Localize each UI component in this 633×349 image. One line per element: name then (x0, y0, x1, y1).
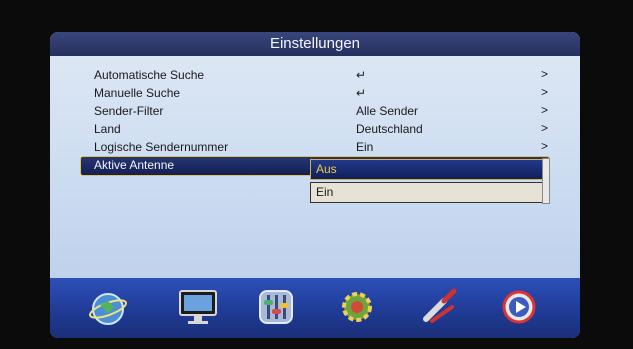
dropdown-option-aus[interactable]: Aus (310, 159, 548, 180)
settings-screen: Einstellungen Automatische Suche ↵ > Man… (50, 32, 580, 338)
dropdown-option-ein[interactable]: Ein (310, 182, 548, 203)
antenna-plug-icon[interactable] (416, 284, 464, 330)
chevron-right-icon: > (540, 121, 548, 135)
menu-item-value: Deutschland (356, 122, 423, 136)
dropdown-scrollbar[interactable] (542, 158, 550, 204)
chevron-right-icon: > (540, 85, 548, 99)
menu-item-label: Automatische Suche (94, 68, 205, 82)
media-play-icon[interactable] (495, 284, 543, 330)
chevron-right-icon: > (540, 103, 548, 117)
bottom-dock (50, 278, 580, 338)
antenna-dropdown: Aus Ein (310, 159, 548, 205)
menu-item-automatische-suche[interactable]: Automatische Suche ↵ > (80, 66, 550, 84)
menu-item-label: Manuelle Suche (94, 86, 181, 100)
menu-item-value: ↵ (356, 68, 367, 82)
menu-item-value: ↵ (356, 86, 367, 100)
menu-item-manuelle-suche[interactable]: Manuelle Suche ↵ > (80, 84, 550, 102)
globe-satellite-icon[interactable] (84, 284, 132, 330)
settings-sliders-icon[interactable] (252, 284, 300, 330)
menu-item-value: Alle Sender (356, 104, 419, 118)
menu-item-label: Land (94, 122, 121, 136)
chevron-right-icon: > (540, 67, 548, 81)
menu-item-label: Logische Sendernummer (94, 140, 229, 154)
menu-item-value: Ein (356, 140, 374, 154)
menu-item-label: Sender-Filter (94, 104, 164, 118)
menu-item-label: Aktive Antenne (94, 158, 175, 172)
tv-monitor-icon[interactable] (174, 284, 222, 330)
gear-icon[interactable] (333, 284, 381, 330)
scrollbar-thumb[interactable] (543, 159, 549, 203)
menu-item-land[interactable]: Land Deutschland > (80, 120, 550, 138)
page-title: Einstellungen (50, 32, 580, 56)
menu-item-sender-filter[interactable]: Sender-Filter Alle Sender > (80, 102, 550, 120)
chevron-right-icon: > (540, 139, 548, 153)
menu-item-logische-sendernummer[interactable]: Logische Sendernummer Ein > (80, 138, 550, 156)
